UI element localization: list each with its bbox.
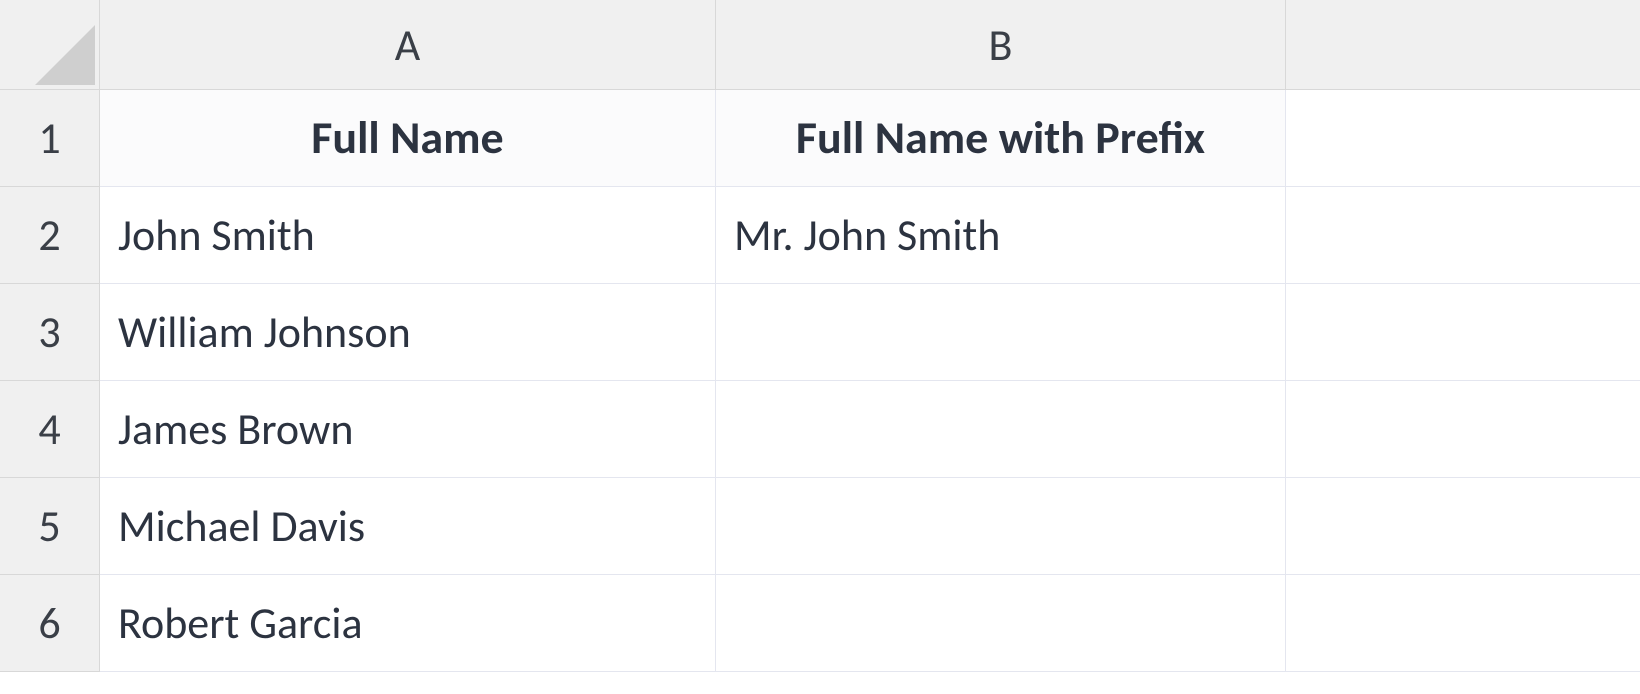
cell-B4[interactable] [716, 381, 1286, 478]
cell-A5[interactable]: Michael Davis [100, 478, 716, 575]
row-header-3[interactable]: 3 [0, 284, 100, 381]
cell-blank-2[interactable] [1286, 187, 1640, 284]
row-header-4[interactable]: 4 [0, 381, 100, 478]
cell-B5[interactable] [716, 478, 1286, 575]
cell-blank-5[interactable] [1286, 478, 1640, 575]
row-header-2[interactable]: 2 [0, 187, 100, 284]
cell-B3[interactable] [716, 284, 1286, 381]
cell-B6[interactable] [716, 575, 1286, 672]
select-all-triangle-icon [35, 25, 95, 85]
row-header-1[interactable]: 1 [0, 90, 100, 187]
column-header-blank[interactable] [1286, 0, 1640, 90]
cell-A2[interactable]: John Smith [100, 187, 716, 284]
cell-blank-4[interactable] [1286, 381, 1640, 478]
cell-blank-3[interactable] [1286, 284, 1640, 381]
spreadsheet-grid: A B 1 Full Name Full Name with Prefix 2 … [0, 0, 1640, 672]
cell-A3[interactable]: William Johnson [100, 284, 716, 381]
cell-blank-6[interactable] [1286, 575, 1640, 672]
cell-blank-1[interactable] [1286, 90, 1640, 187]
row-header-5[interactable]: 5 [0, 478, 100, 575]
cell-A1[interactable]: Full Name [100, 90, 716, 187]
cell-A4[interactable]: James Brown [100, 381, 716, 478]
select-all-corner[interactable] [0, 0, 100, 90]
cell-B1[interactable]: Full Name with Prefix [716, 90, 1286, 187]
cell-B2[interactable]: Mr. John Smith [716, 187, 1286, 284]
column-header-A[interactable]: A [100, 0, 716, 90]
row-header-6[interactable]: 6 [0, 575, 100, 672]
cell-A6[interactable]: Robert Garcia [100, 575, 716, 672]
column-header-B[interactable]: B [716, 0, 1286, 90]
